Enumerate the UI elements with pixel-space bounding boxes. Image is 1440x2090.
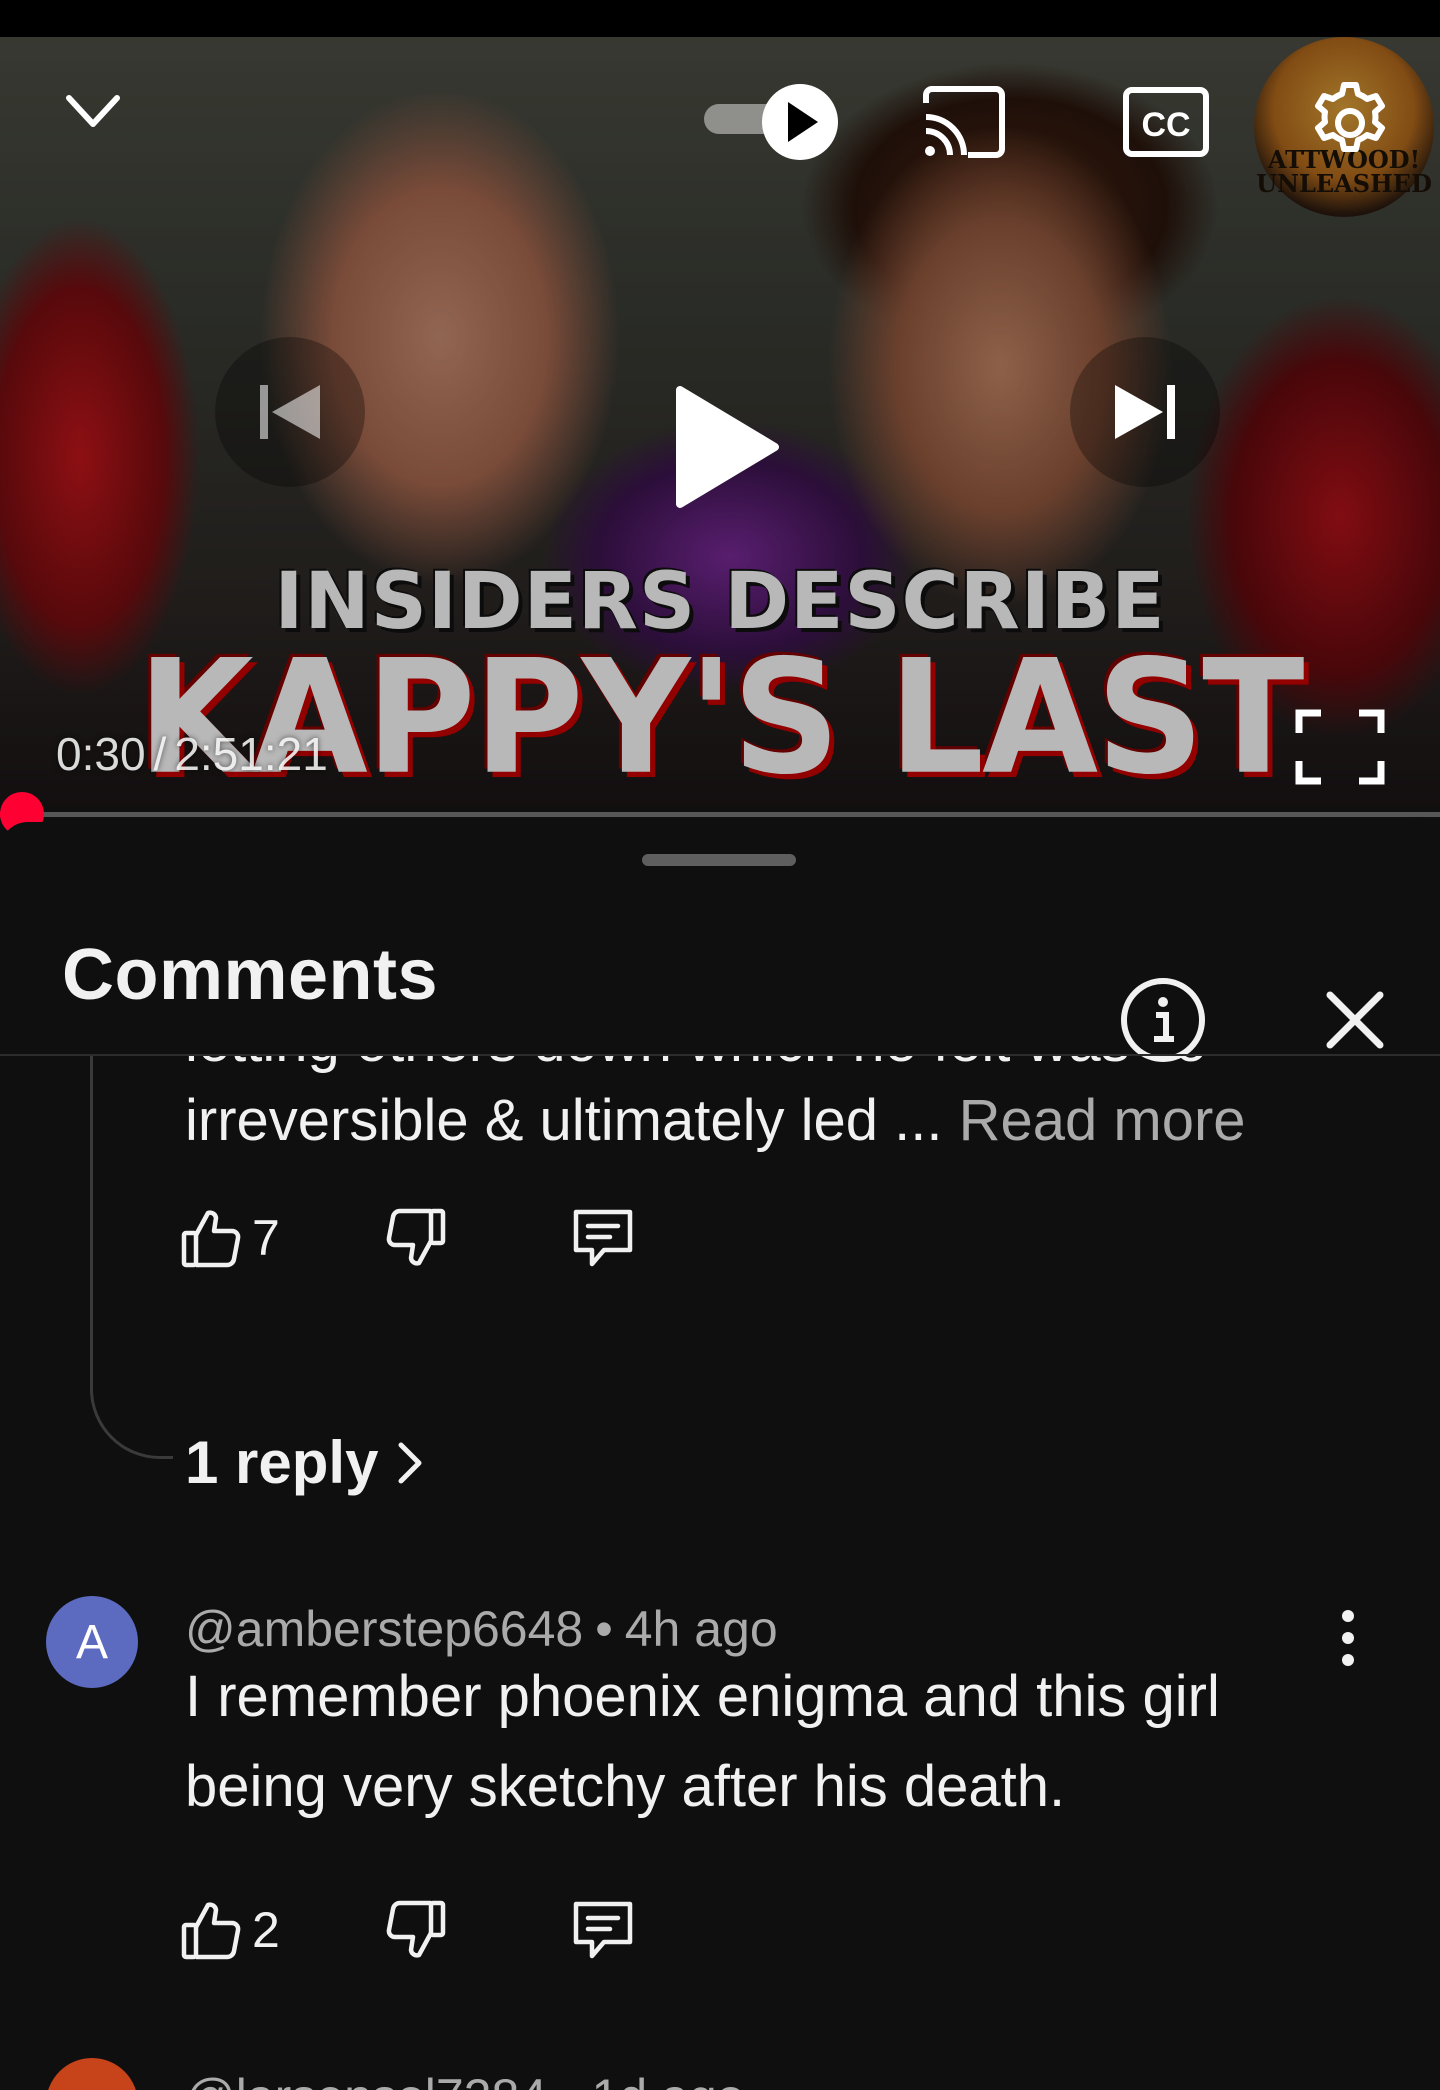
progress-bar[interactable] bbox=[0, 792, 1440, 836]
like-button[interactable]: 7 bbox=[180, 1207, 385, 1269]
svg-text:CC: CC bbox=[1141, 106, 1190, 144]
dislike-button[interactable] bbox=[385, 1207, 570, 1269]
duration: 2:51:21 bbox=[174, 728, 328, 780]
thumbs-up-icon bbox=[181, 1902, 241, 1960]
avatar[interactable]: A bbox=[46, 1596, 138, 1688]
closed-captions-icon: CC bbox=[1123, 87, 1209, 157]
cast-icon bbox=[923, 86, 1005, 158]
play-icon bbox=[676, 386, 779, 508]
comment-reply-icon bbox=[573, 1901, 633, 1959]
comment-author[interactable]: @amberstep6648 bbox=[185, 1601, 583, 1657]
playback-time: 0:30/2:51:21 bbox=[56, 728, 328, 780]
avatar[interactable] bbox=[46, 2058, 138, 2090]
dislike-button[interactable] bbox=[385, 1899, 570, 1961]
current-time: 0:30 bbox=[56, 728, 146, 780]
autoplay-toggle-icon bbox=[788, 102, 818, 142]
comment-time: 4h ago bbox=[624, 1601, 778, 1657]
captions-button[interactable]: CC bbox=[1118, 77, 1214, 167]
thumbs-down-icon bbox=[386, 1208, 446, 1266]
comment-meta: @larsensol7284 · 1d ago bbox=[185, 2068, 744, 2090]
reply-button[interactable] bbox=[570, 1206, 636, 1270]
chevron-right-icon bbox=[398, 1442, 422, 1483]
status-bar bbox=[0, 0, 1440, 37]
settings-button[interactable] bbox=[1302, 75, 1398, 171]
next-video-button[interactable] bbox=[1070, 337, 1220, 487]
autoplay-toggle[interactable] bbox=[700, 82, 850, 160]
more-vert-icon bbox=[1320, 2072, 1376, 2090]
comments-list[interactable]: letting others down which he felt was so… bbox=[0, 1056, 1440, 2090]
info-button[interactable] bbox=[1118, 975, 1208, 1065]
thumbs-up-icon bbox=[181, 1210, 241, 1268]
next-icon bbox=[1115, 385, 1175, 439]
fullscreen-icon bbox=[1295, 709, 1385, 785]
cast-button[interactable] bbox=[916, 77, 1012, 167]
read-more-link[interactable]: Read more bbox=[959, 1088, 1246, 1153]
comment-meta: @amberstep6648 • 4h ago bbox=[185, 1601, 778, 1657]
like-count: 2 bbox=[252, 1902, 280, 1958]
chevron-down-icon bbox=[66, 95, 120, 127]
thread-connector bbox=[90, 1056, 173, 1459]
drag-handle[interactable] bbox=[642, 854, 796, 866]
like-button[interactable]: 2 bbox=[180, 1899, 385, 1961]
gear-icon bbox=[1315, 82, 1385, 152]
comment-actions: 7 bbox=[180, 1206, 636, 1270]
view-replies-link[interactable]: 1 reply bbox=[185, 1428, 424, 1497]
fullscreen-button[interactable] bbox=[1280, 697, 1400, 797]
comment-reply-icon bbox=[573, 1209, 633, 1267]
previous-video-button[interactable] bbox=[215, 337, 365, 487]
close-icon bbox=[1326, 991, 1384, 1049]
comments-panel: Comments letting others down which he fe… bbox=[0, 822, 1440, 2090]
like-count: 7 bbox=[252, 1210, 280, 1266]
comments-header: Comments bbox=[0, 882, 1440, 1062]
thumbs-down-icon bbox=[386, 1900, 446, 1958]
comment-actions: 2 bbox=[180, 1898, 636, 1962]
comments-title: Comments bbox=[62, 935, 439, 1015]
comment-text-clipped: letting others down which he felt was so bbox=[185, 1056, 1207, 1075]
minimize-button[interactable] bbox=[58, 77, 128, 147]
play-button[interactable] bbox=[640, 367, 800, 527]
comment-text: irreversible & ultimately led ... Read m… bbox=[185, 1088, 1246, 1153]
close-button[interactable] bbox=[1310, 975, 1400, 1065]
reply-button[interactable] bbox=[570, 1898, 636, 1962]
comment-text: I remember phoenix enigma and this girl … bbox=[185, 1664, 1220, 1819]
previous-icon bbox=[260, 385, 320, 439]
more-options-button[interactable] bbox=[1320, 2072, 1376, 2090]
video-player[interactable]: ATTWOOD! UNLEASHED INSIDERS DESCRIBE KAP… bbox=[0, 37, 1440, 807]
info-icon bbox=[1121, 978, 1205, 1062]
